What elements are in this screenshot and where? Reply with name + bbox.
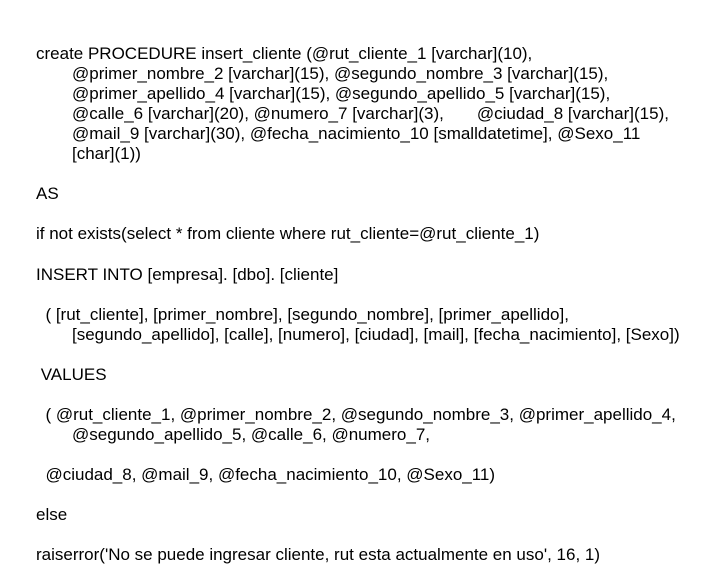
code-line-else: else — [36, 505, 684, 525]
code-line-columns: ( [rut_cliente], [primer_nombre], [segun… — [36, 305, 684, 345]
code-line-params1: ( @rut_cliente_1, @primer_nombre_2, @seg… — [36, 405, 684, 445]
code-line-values: VALUES — [36, 365, 684, 385]
code-line-as: AS — [36, 184, 684, 204]
sql-procedure-code: create PROCEDURE insert_cliente (@rut_cl… — [0, 0, 720, 585]
code-line-params2: @ciudad_8, @mail_9, @fecha_nacimiento_10… — [36, 465, 684, 485]
code-line-raiserror: raiserror('No se puede ingresar cliente,… — [36, 545, 684, 565]
code-line-insertinto: INSERT INTO [empresa]. [dbo]. [cliente] — [36, 265, 684, 285]
code-line-create: create PROCEDURE insert_cliente (@rut_cl… — [36, 44, 684, 164]
code-line-ifnotexists: if not exists(select * from cliente wher… — [36, 224, 684, 244]
